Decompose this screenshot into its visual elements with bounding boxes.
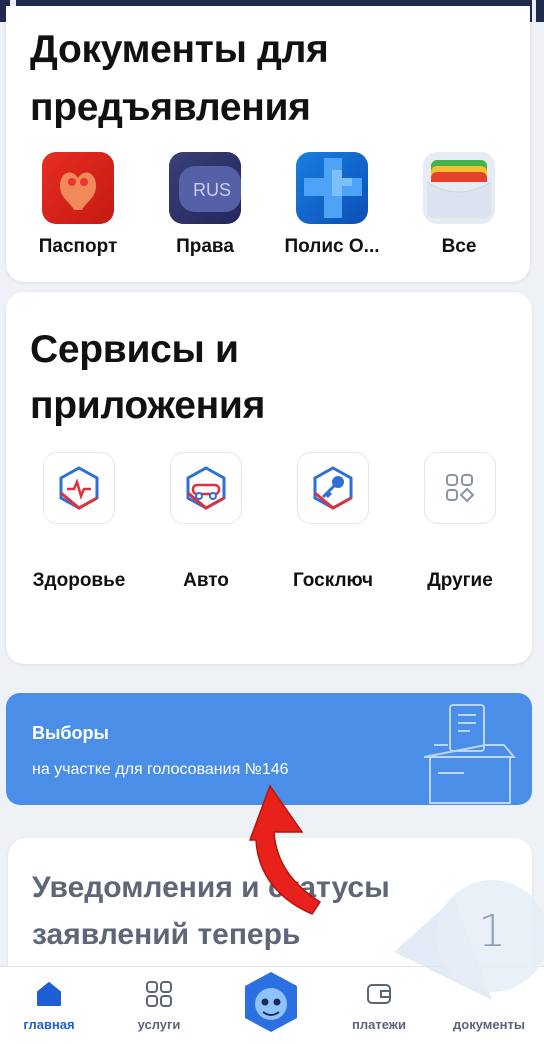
tab-label: документы [453, 1017, 525, 1032]
health-icon [43, 452, 115, 524]
services-title-line2: приложения [30, 384, 266, 427]
home-icon [4, 977, 94, 1011]
assistant-button[interactable] [241, 970, 301, 1034]
doc-passport[interactable]: Паспорт [18, 152, 138, 258]
card-edge-right [532, 0, 536, 22]
doc-label: Все [441, 236, 477, 257]
service-other[interactable]: Другие [395, 452, 525, 592]
tab-services[interactable]: услуги [114, 967, 204, 1032]
passport-icon [42, 152, 114, 224]
apps-grid-icon [424, 452, 496, 524]
service-auto[interactable]: Авто [141, 452, 271, 592]
tab-label: услуги [137, 1017, 181, 1032]
service-label: Здоровье [32, 570, 126, 591]
svg-text:RUS: RUS [193, 180, 231, 200]
doc-label: Полис О... [284, 236, 380, 257]
drivers-license-icon: RUS [169, 152, 241, 224]
doc-label: Права [176, 236, 234, 257]
tab-home[interactable]: главная [4, 967, 94, 1032]
service-label: Госключ [292, 570, 374, 591]
service-goskey[interactable]: Госключ [268, 452, 398, 592]
overlay-digit: 1 [478, 906, 506, 957]
car-icon [170, 452, 242, 524]
tab-label: платежи [352, 1017, 406, 1032]
insurance-policy-icon [296, 152, 368, 224]
service-health[interactable]: Здоровье [14, 452, 144, 592]
doc-drivers-license[interactable]: RUS Права [145, 152, 265, 258]
documents-title-line1: Документы для [30, 28, 329, 71]
banner-title: Выборы [32, 723, 109, 743]
services-grid-icon [114, 977, 204, 1011]
red-arrow-annotation [248, 784, 322, 915]
service-label: Другие [427, 570, 493, 591]
key-icon [297, 452, 369, 524]
documents-title-line2: предъявления [30, 86, 311, 129]
services-title-line1: Сервисы и [30, 328, 239, 371]
service-label: Авто [183, 570, 229, 591]
doc-all[interactable]: Все [399, 152, 519, 258]
doc-label: Паспорт [38, 236, 118, 257]
documents-card: Документы для предъявления Паспорт RUS П… [6, 6, 530, 282]
wallet-icon [423, 152, 495, 224]
banner-subtitle: на участке для голосования №146 [32, 761, 289, 778]
services-card: Сервисы и приложения Здоровье Авто Госкл… [6, 292, 532, 664]
ballot-box-icon [424, 704, 517, 804]
tab-label: главная [23, 1017, 75, 1032]
doc-insurance-policy[interactable]: Полис О... [272, 152, 392, 258]
